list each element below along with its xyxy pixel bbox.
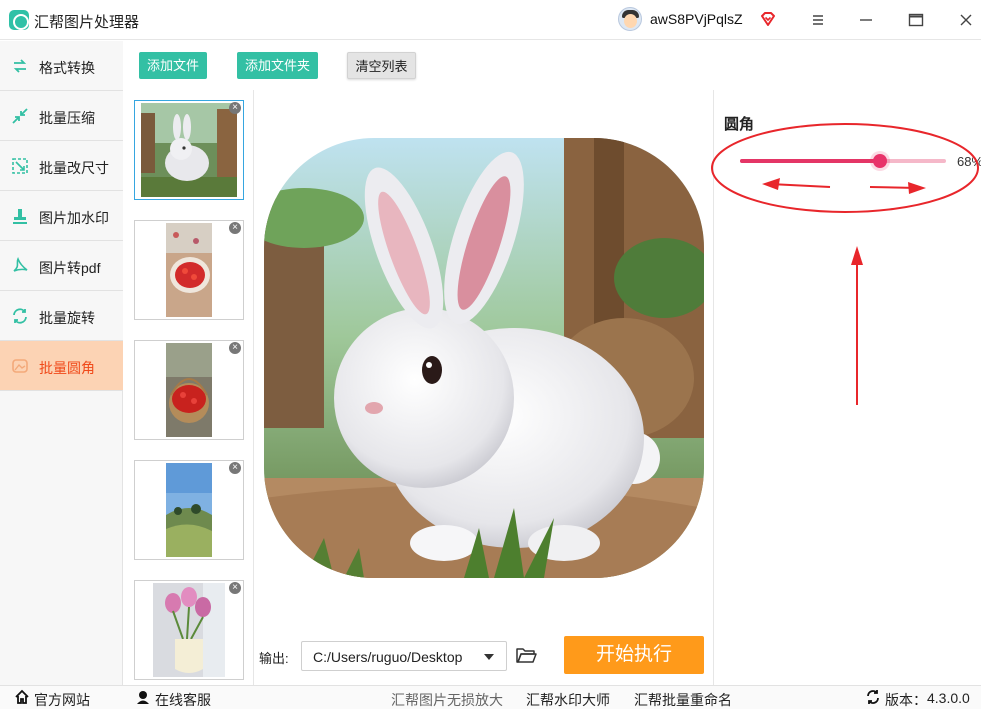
app-title: 汇帮图片处理器 <box>34 14 140 31</box>
upscale-app-link[interactable]: 汇帮图片无损放大 <box>391 690 503 709</box>
pdf-icon <box>13 257 28 272</box>
settings-panel <box>715 90 981 685</box>
home-icon <box>15 689 29 704</box>
footer-bar: 官方网站 在线客服 汇帮图片无损放大 汇帮水印大师 汇帮批量重命名 版本： 4.… <box>0 685 981 709</box>
corner-radius-value: 68% <box>957 154 981 169</box>
strawberries-thumbnail-image <box>166 223 212 317</box>
thumbnail-list: × × × × × <box>123 90 254 685</box>
refresh-icon <box>867 690 879 704</box>
sidebar-item-label: 格式转换 <box>39 60 95 76</box>
format-convert-icon <box>13 59 27 73</box>
remove-thumbnail-icon[interactable]: × <box>229 222 241 234</box>
sidebar-item-rotate[interactable]: 批量旋转 <box>0 291 123 341</box>
minimize-icon[interactable] <box>855 9 877 31</box>
round-corner-icon <box>12 359 28 373</box>
rename-app-link[interactable]: 汇帮批量重命名 <box>634 690 732 709</box>
thumbnail-item[interactable]: × <box>134 100 244 200</box>
sidebar-item-label: 批量圆角 <box>39 360 95 376</box>
user-avatar[interactable] <box>618 7 642 31</box>
sidebar-item-format-convert[interactable]: 格式转换 <box>0 41 123 91</box>
slider-fill <box>740 159 881 163</box>
strawberries-basket-thumbnail-image <box>166 343 212 437</box>
watermark-app-link[interactable]: 汇帮水印大师 <box>526 690 610 709</box>
sidebar-item-compress[interactable]: 批量压缩 <box>0 91 123 141</box>
rabbit-thumbnail-image <box>141 103 237 197</box>
vip-diamond-icon[interactable] <box>759 10 777 28</box>
remove-thumbnail-icon[interactable]: × <box>229 462 241 474</box>
start-button[interactable]: 开始执行 <box>564 636 704 674</box>
tulips-thumbnail-image <box>153 583 225 677</box>
version-number: 4.3.0.0 <box>927 690 970 706</box>
landscape-thumbnail-image <box>166 463 212 557</box>
menu-icon[interactable] <box>807 9 829 31</box>
corner-radius-title: 圆角 <box>724 116 755 133</box>
thumbnail-item[interactable]: × <box>134 220 244 320</box>
online-support-link[interactable]: 在线客服 <box>155 690 211 709</box>
title-bar: 汇帮图片处理器 awS8PVjPqlsZ <box>0 0 981 40</box>
sidebar: 格式转换 批量压缩 批量改尺寸 图片加水印 图片转pdf 批量旋转 批量圆角 <box>0 41 123 685</box>
maximize-icon[interactable] <box>905 9 927 31</box>
sidebar-item-pdf[interactable]: 图片转pdf <box>0 241 123 291</box>
output-path-select[interactable]: C:/Users/ruguo/Desktop <box>301 641 507 671</box>
remove-thumbnail-icon[interactable]: × <box>229 342 241 354</box>
chevron-down-icon <box>484 654 494 660</box>
username[interactable]: awS8PVjPqlsZ <box>650 11 743 27</box>
sidebar-item-round-corner[interactable]: 批量圆角 <box>0 341 123 391</box>
output-path-value: C:/Users/ruguo/Desktop <box>313 649 463 665</box>
sidebar-item-label: 图片转pdf <box>39 260 101 276</box>
sidebar-item-resize[interactable]: 批量改尺寸 <box>0 141 123 191</box>
thumbnail-item[interactable]: × <box>134 580 244 680</box>
slider-handle[interactable] <box>873 154 888 168</box>
watermark-icon <box>13 209 27 224</box>
sidebar-item-watermark[interactable]: 图片加水印 <box>0 191 123 241</box>
thumbnail-item[interactable]: × <box>134 460 244 560</box>
add-folder-button[interactable]: 添加文件夹 <box>237 52 318 79</box>
sidebar-item-label: 图片加水印 <box>39 210 109 226</box>
preview-image <box>264 138 704 578</box>
close-icon[interactable] <box>955 9 977 31</box>
folder-icon[interactable] <box>515 645 537 665</box>
support-icon <box>137 691 149 704</box>
corner-radius-slider[interactable] <box>740 159 946 163</box>
remove-thumbnail-icon[interactable]: × <box>229 582 241 594</box>
thumbnail-item[interactable]: × <box>134 340 244 440</box>
rotate-icon <box>13 308 27 324</box>
official-website-link[interactable]: 官方网站 <box>34 690 90 709</box>
preview-area <box>254 90 714 685</box>
version-label: 版本： <box>885 692 927 708</box>
sidebar-item-label: 批量改尺寸 <box>39 160 109 176</box>
compress-icon <box>12 108 28 124</box>
sidebar-item-label: 批量压缩 <box>39 110 95 126</box>
remove-thumbnail-icon[interactable]: × <box>229 102 241 114</box>
sidebar-item-label: 批量旋转 <box>39 310 95 326</box>
resize-icon <box>12 158 28 174</box>
output-label: 输出: <box>259 651 289 666</box>
clear-list-button[interactable]: 清空列表 <box>347 52 416 79</box>
app-logo-icon <box>9 10 29 30</box>
add-file-button[interactable]: 添加文件 <box>139 52 207 79</box>
